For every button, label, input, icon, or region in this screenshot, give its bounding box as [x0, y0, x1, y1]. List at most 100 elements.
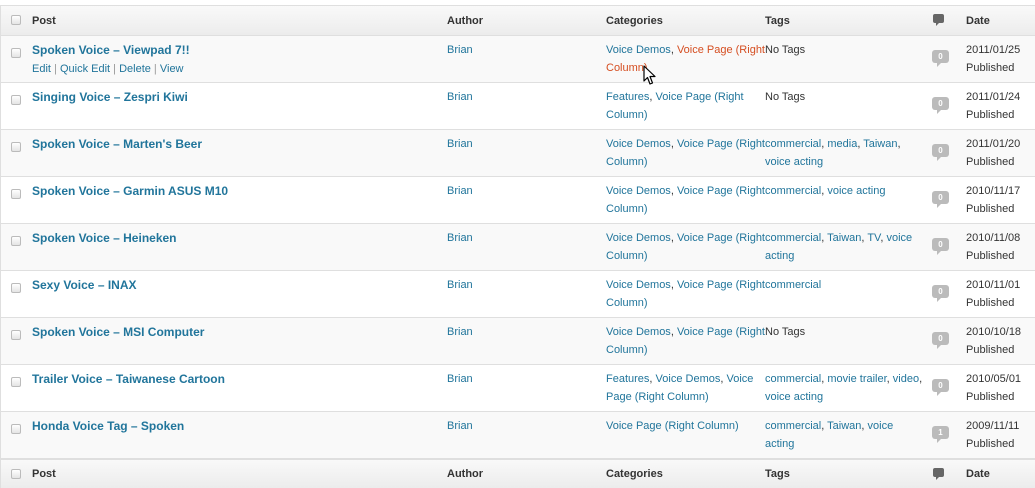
table-row: Sexy Voice – INAX Brian Voice Demos, Voice… — [1, 271, 1035, 318]
author-link[interactable]: Brian — [447, 185, 473, 197]
category-link[interactable]: Features — [606, 373, 649, 385]
post-date: 2010/11/17 — [966, 185, 1021, 197]
column-header-post[interactable]: Post — [32, 14, 447, 28]
comment-count-badge[interactable]: 0 — [932, 238, 949, 255]
post-title-link[interactable]: Spoken Voice – Marten's Beer — [32, 137, 202, 151]
comment-count-badge[interactable]: 0 — [932, 97, 949, 114]
row-checkbox[interactable] — [11, 48, 21, 58]
row-checkbox[interactable] — [11, 236, 21, 246]
post-title-link[interactable]: Singing Voice – Zespri Kiwi — [32, 90, 188, 104]
tags-cell: No Tags — [765, 83, 924, 129]
post-title-link[interactable]: Sexy Voice – INAX — [32, 278, 137, 292]
edit-action[interactable]: Edit — [32, 63, 51, 75]
category-link[interactable]: Voice Demos — [606, 185, 671, 197]
row-checkbox[interactable] — [11, 377, 21, 387]
column-footer-author[interactable]: Author — [447, 467, 606, 481]
post-title-link[interactable]: Spoken Voice – Garmin ASUS M10 — [32, 184, 228, 198]
column-header-date[interactable]: Date — [966, 14, 1035, 28]
tag-link[interactable]: commercial — [765, 232, 821, 244]
comment-count-badge[interactable]: 0 — [932, 379, 949, 396]
column-footer-date[interactable]: Date — [966, 467, 1035, 481]
row-checkbox[interactable] — [11, 283, 21, 293]
comment-count-badge[interactable]: 0 — [932, 144, 949, 161]
row-checkbox[interactable] — [11, 95, 21, 105]
post-title-link[interactable]: Spoken Voice – MSI Computer — [32, 325, 204, 339]
post-status: Published — [966, 344, 1015, 356]
post-title-link[interactable]: Spoken Voice – Viewpad 7!! — [32, 43, 190, 57]
author-link[interactable]: Brian — [447, 232, 473, 244]
tag-link[interactable]: commercial — [765, 138, 821, 150]
quick-edit-action[interactable]: Quick Edit — [60, 63, 110, 75]
comment-bubble-icon[interactable] — [933, 14, 944, 26]
author-link[interactable]: Brian — [447, 91, 473, 103]
action-separator: | — [150, 63, 160, 75]
author-link[interactable]: Brian — [447, 44, 473, 56]
category-link[interactable]: Voice Demos — [656, 373, 721, 385]
row-checkbox[interactable] — [11, 424, 21, 434]
view-action[interactable]: View — [160, 63, 184, 75]
column-footer-post[interactable]: Post — [32, 467, 447, 481]
row-actions: Edit | Quick Edit | Delete | View — [32, 60, 447, 78]
table-row: Honda Voice Tag – Spoken Brian Voice Page … — [1, 412, 1035, 459]
comment-count-badge[interactable]: 0 — [932, 191, 949, 208]
column-header-author[interactable]: Author — [447, 14, 606, 28]
no-tags-text: No Tags — [765, 44, 806, 56]
categories-cell: Features, Voice Page (Right Column) — [606, 91, 744, 121]
row-checkbox[interactable] — [11, 330, 21, 340]
post-title-link[interactable]: Trailer Voice – Taiwanese Cartoon — [32, 372, 225, 386]
tag-link[interactable]: voice acting — [765, 391, 823, 403]
category-link[interactable]: Voice Demos — [606, 44, 671, 56]
tag-link[interactable]: voice acting — [765, 156, 823, 168]
tag-link[interactable]: movie trailer — [827, 373, 886, 385]
category-link[interactable]: Voice Page (Right Column) — [606, 420, 739, 432]
category-link[interactable]: Voice Demos — [606, 232, 671, 244]
comment-count-badge[interactable]: 0 — [932, 285, 949, 302]
comment-bubble-icon[interactable] — [933, 467, 944, 480]
categories-cell: Voice Page (Right Column) — [606, 412, 765, 458]
tags-cell: commercial — [765, 271, 924, 317]
tag-link[interactable]: commercial — [765, 279, 821, 291]
comment-count-badge[interactable]: 1 — [932, 426, 949, 443]
category-link[interactable]: Features — [606, 91, 649, 103]
category-link[interactable]: Voice Demos — [606, 326, 671, 338]
mouse-pointer-icon — [643, 65, 656, 85]
categories-cell: Voice Demos, Voice Page (Right Column) — [606, 44, 765, 74]
row-checkbox[interactable] — [11, 189, 21, 199]
categories-cell: Voice Demos, Voice Page (Right Column) — [606, 185, 765, 215]
posts-table: Post Author Categories Tags Date Spoken … — [0, 5, 1035, 488]
author-link[interactable]: Brian — [447, 373, 473, 385]
select-all-checkbox-footer[interactable] — [11, 468, 21, 479]
post-date: 2010/11/01 — [966, 279, 1021, 291]
delete-action[interactable]: Delete — [119, 63, 151, 75]
category-link[interactable]: Voice Demos — [606, 279, 671, 291]
author-link[interactable]: Brian — [447, 138, 473, 150]
tag-link[interactable]: commercial — [765, 373, 821, 385]
table-row: Spoken Voice – Garmin ASUS M10 Brian Voice… — [1, 177, 1035, 224]
tag-link[interactable]: Taiwan — [827, 420, 861, 432]
tag-link[interactable]: media — [827, 138, 857, 150]
tags-cell: commercial, Taiwan, voice acting — [765, 420, 894, 450]
category-link[interactable]: Voice Demos — [606, 138, 671, 150]
tag-link[interactable]: voice acting — [827, 185, 885, 197]
categories-cell: Voice Demos, Voice Page (Right Column) — [606, 279, 765, 309]
tags-cell: No Tags — [765, 318, 924, 364]
tag-link[interactable]: Taiwan — [863, 138, 897, 150]
post-title-link[interactable]: Honda Voice Tag – Spoken — [32, 419, 184, 433]
tag-link[interactable]: TV — [867, 232, 880, 244]
post-date: 2011/01/25 — [966, 44, 1021, 56]
comment-count-badge[interactable]: 0 — [932, 332, 949, 349]
author-link[interactable]: Brian — [447, 279, 473, 291]
tag-link[interactable]: video — [893, 373, 919, 385]
tag-link[interactable]: Taiwan — [827, 232, 861, 244]
comment-count-badge[interactable]: 0 — [932, 50, 949, 67]
author-link[interactable]: Brian — [447, 326, 473, 338]
select-all-checkbox[interactable] — [11, 15, 21, 25]
no-tags-text: No Tags — [765, 91, 806, 103]
tag-link[interactable]: commercial — [765, 420, 821, 432]
author-link[interactable]: Brian — [447, 420, 473, 432]
row-checkbox[interactable] — [11, 142, 21, 152]
tags-cell: commercial, voice acting — [765, 185, 886, 197]
post-date: 2010/05/01 — [966, 373, 1022, 385]
post-title-link[interactable]: Spoken Voice – Heineken — [32, 231, 177, 245]
tag-link[interactable]: commercial — [765, 185, 821, 197]
